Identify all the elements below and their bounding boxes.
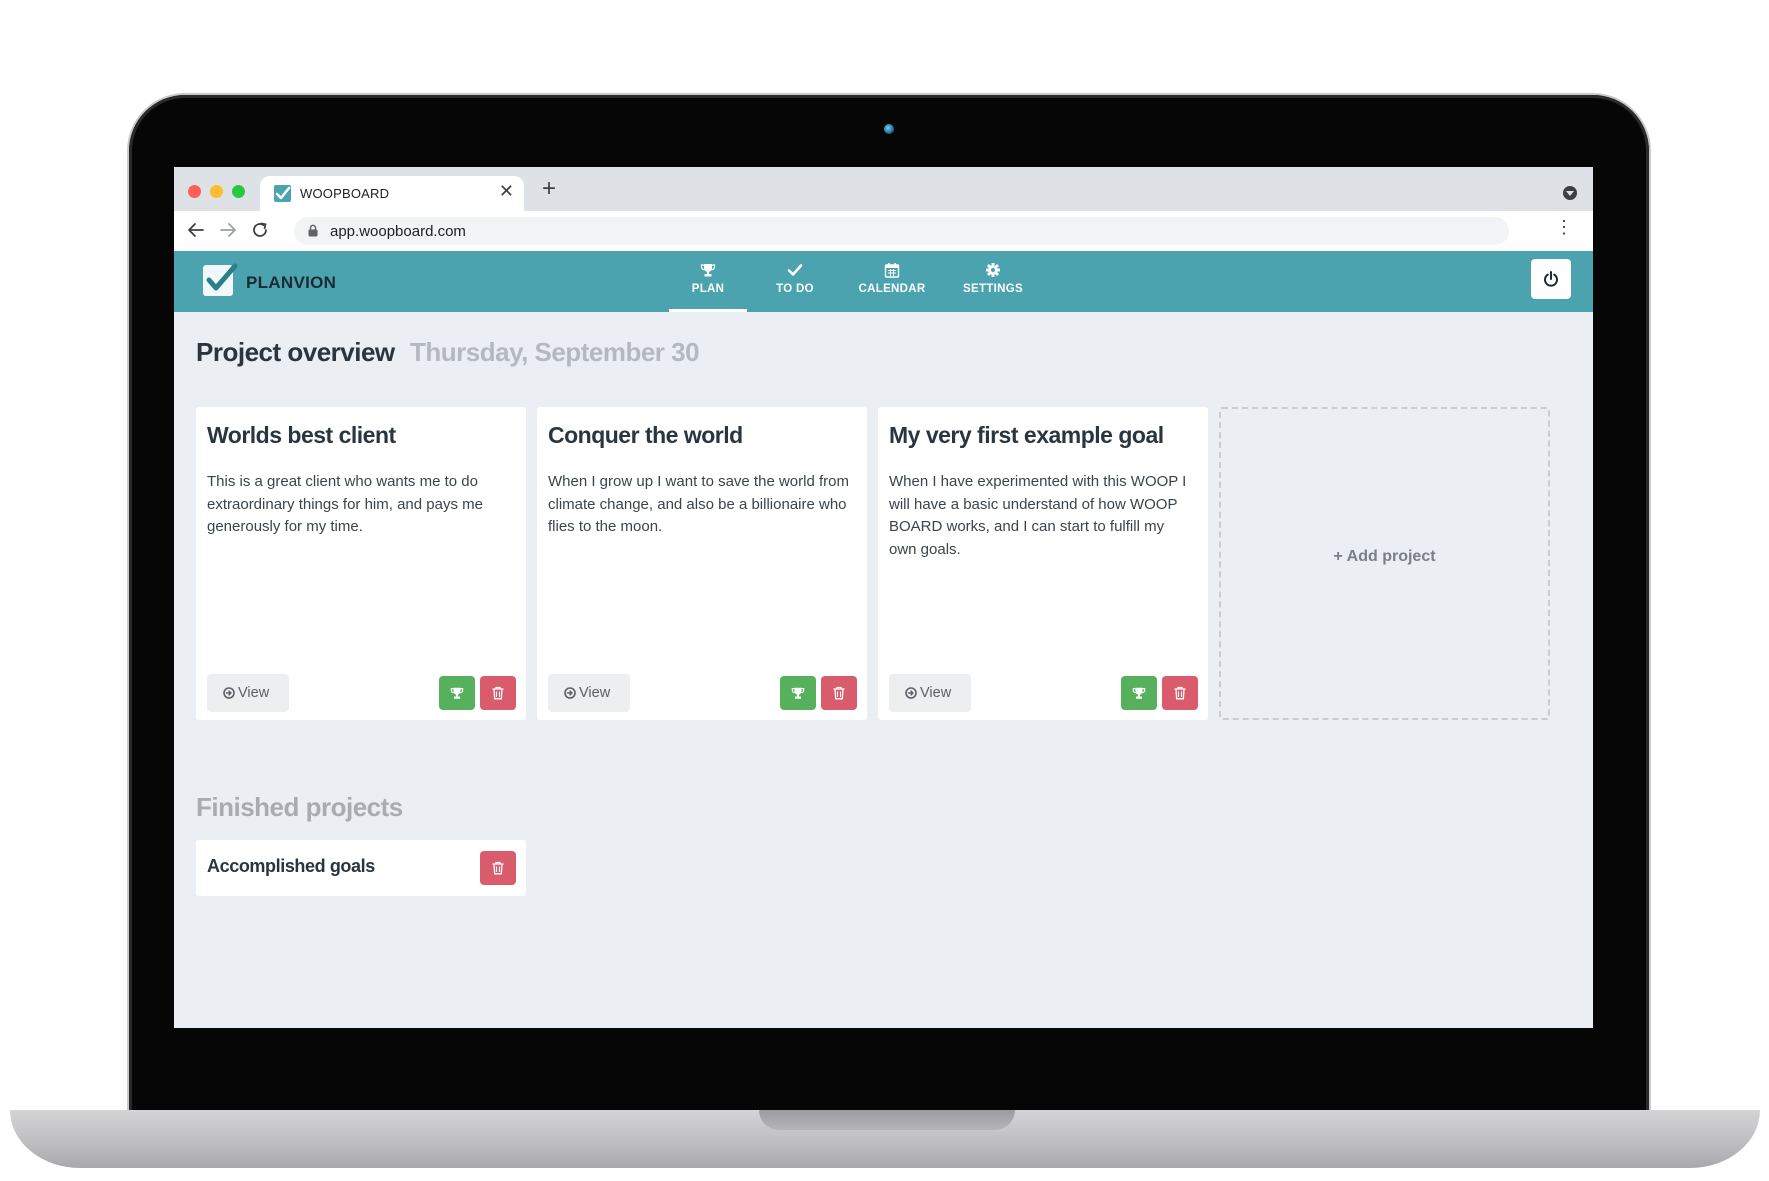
view-button[interactable]: View	[548, 674, 630, 712]
project-description: When I have experimented with this WOOP …	[889, 473, 1187, 558]
browser-tabstrip: WOOPBOARD ✕ +	[174, 167, 1593, 211]
power-icon	[1544, 271, 1558, 287]
planvion-logo-icon	[203, 263, 238, 296]
favicon-icon	[274, 185, 291, 202]
project-card: My very first example goal When I have e…	[878, 407, 1208, 720]
project-title: Conquer the world	[548, 422, 743, 448]
trophy-icon	[700, 264, 716, 277]
nav-todo[interactable]: TO DO	[764, 262, 826, 312]
trash-icon	[492, 686, 504, 700]
view-label: View	[579, 685, 611, 701]
nav-todo-label: TO DO	[776, 283, 814, 295]
window-minimize-button[interactable]	[210, 185, 223, 198]
add-project-button[interactable]: + Add project	[1219, 407, 1550, 720]
window-close-button[interactable]	[188, 185, 201, 198]
view-label: View	[238, 685, 270, 701]
delete-project-button[interactable]	[821, 676, 857, 710]
project-description: When I grow up I want to save the world …	[548, 473, 849, 535]
screen: WOOPBOARD ✕ + app.woopboard.com ⋮ PLANVI…	[174, 167, 1593, 1028]
view-button[interactable]: View	[207, 674, 289, 712]
finished-project-card: Accomplished goals	[196, 840, 526, 896]
complete-goal-button[interactable]	[1121, 676, 1157, 710]
view-label: View	[920, 685, 952, 701]
forward-icon[interactable]	[219, 221, 237, 239]
arrow-circle-right-icon	[905, 687, 917, 699]
window-maximize-button[interactable]	[232, 185, 245, 198]
trash-icon	[833, 686, 845, 700]
back-icon[interactable]	[187, 221, 205, 239]
lock-icon	[308, 224, 318, 237]
nav-settings[interactable]: SETTINGS	[956, 262, 1030, 312]
finished-project-title: Accomplished goals	[207, 856, 375, 876]
arrow-circle-right-icon	[564, 687, 576, 699]
trash-icon	[492, 861, 504, 875]
delete-project-button[interactable]	[480, 676, 516, 710]
arrow-circle-right-icon	[223, 687, 235, 699]
trophy-icon	[791, 687, 805, 699]
kebab-menu-icon[interactable]: ⋮	[1555, 218, 1573, 236]
trash-icon	[1174, 686, 1186, 700]
tab-title: WOOPBOARD	[300, 186, 390, 201]
reload-icon[interactable]	[251, 221, 269, 239]
trophy-icon	[450, 687, 464, 699]
browser-toolbar: app.woopboard.com ⋮	[174, 211, 1593, 251]
view-button[interactable]: View	[889, 674, 971, 712]
nav-calendar[interactable]: CALENDAR	[846, 262, 938, 312]
delete-project-button[interactable]	[1162, 676, 1198, 710]
logout-button[interactable]	[1531, 259, 1571, 299]
new-tab-button[interactable]: +	[542, 175, 556, 203]
project-title: Worlds best client	[207, 422, 396, 448]
delete-finished-button[interactable]	[480, 851, 516, 885]
project-card: Worlds best client This is a great clien…	[196, 407, 526, 720]
tab-close-icon[interactable]: ✕	[499, 181, 514, 202]
project-card: Conquer the world When I grow up I want …	[537, 407, 867, 720]
nav-plan[interactable]: PLAN	[669, 262, 747, 312]
address-bar[interactable]: app.woopboard.com	[294, 217, 1509, 245]
project-description: This is a great client who wants me to d…	[207, 473, 483, 535]
add-project-label: + Add project	[1333, 548, 1436, 565]
nav-settings-label: SETTINGS	[963, 283, 1023, 295]
project-title: My very first example goal	[889, 422, 1164, 448]
complete-goal-button[interactable]	[439, 676, 475, 710]
browser-tab[interactable]: WOOPBOARD ✕	[260, 176, 524, 211]
nav-calendar-label: CALENDAR	[858, 283, 926, 295]
check-icon	[787, 264, 803, 276]
nav-plan-label: PLAN	[691, 283, 725, 295]
gear-icon	[986, 263, 1000, 277]
trophy-icon	[1132, 687, 1146, 699]
url-text: app.woopboard.com	[330, 223, 466, 240]
brand-name: PLANVION	[246, 273, 337, 292]
tab-search-icon[interactable]	[1563, 186, 1577, 200]
page-date: Thursday, September 30	[410, 337, 700, 367]
camera-icon	[884, 124, 894, 134]
laptop-base-notch	[759, 1110, 1015, 1130]
app-header: PLANVION PLAN TO DO CALENDAR SETTINGS	[174, 251, 1593, 312]
page-title: Project overview	[196, 337, 395, 367]
finished-projects-title: Finished projects	[196, 792, 403, 822]
complete-goal-button[interactable]	[780, 676, 816, 710]
calendar-icon	[884, 263, 900, 278]
